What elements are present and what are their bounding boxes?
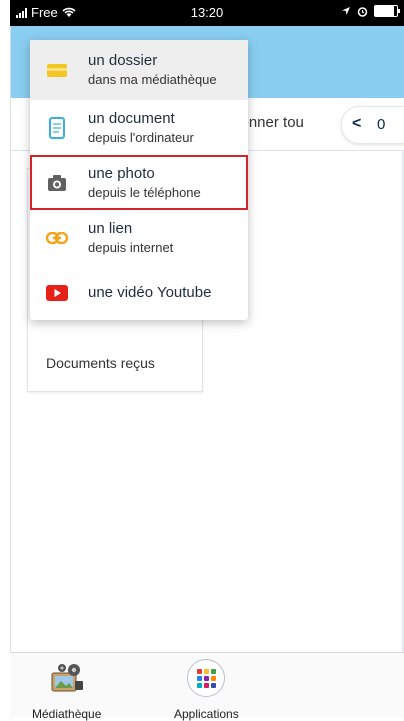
menu-item-title: une photo	[88, 164, 155, 182]
status-bar: Free 13:20	[10, 0, 404, 26]
menu-item-youtube[interactable]: une vidéo Youtube	[30, 265, 248, 320]
menu-item-subtitle: depuis internet	[88, 239, 174, 255]
pager-control[interactable]: < 0	[341, 106, 404, 144]
folder-icon	[46, 59, 68, 81]
menu-item-title: une vidéo Youtube	[88, 283, 212, 301]
alarm-icon	[357, 6, 368, 17]
nav-item-applications[interactable]: Applications	[174, 659, 239, 721]
menu-item-subtitle: depuis l'ordinateur	[88, 129, 194, 145]
youtube-icon	[46, 282, 68, 304]
menu-item-title: un document	[88, 109, 175, 127]
document-icon	[46, 116, 68, 139]
chevron-left-icon[interactable]: <	[352, 115, 361, 133]
menu-item-document[interactable]: un document depuis l'ordinateur	[30, 100, 248, 155]
menu-item-subtitle: dans ma médiathèque	[88, 72, 217, 87]
menu-item-subtitle: depuis le téléphone	[88, 184, 201, 200]
menu-item-folder[interactable]: un dossier dans ma médiathèque	[30, 40, 248, 100]
apps-grid-icon	[187, 659, 226, 697]
nav-label: Médiathèque	[32, 707, 102, 721]
bottom-navigation: Médiathèque Applications	[10, 652, 404, 721]
menu-item-link[interactable]: un lien depuis internet	[30, 210, 248, 265]
add-content-menu: un dossier dans ma médiathèque un docume…	[30, 40, 248, 320]
media-library-icon	[48, 659, 86, 697]
nav-label: Applications	[174, 707, 239, 721]
camera-icon	[46, 172, 68, 194]
nav-item-mediatheque[interactable]: Médiathèque	[32, 659, 101, 721]
location-icon	[342, 7, 350, 15]
battery-icon	[374, 5, 400, 17]
menu-item-photo[interactable]: une photo depuis le téléphone	[30, 155, 248, 210]
folder-label: Documents reçus	[46, 355, 155, 371]
menu-item-title: un lien	[88, 219, 133, 237]
link-icon	[46, 227, 68, 249]
pager-count: 0	[377, 116, 386, 133]
menu-item-title: un dossier	[88, 52, 158, 69]
